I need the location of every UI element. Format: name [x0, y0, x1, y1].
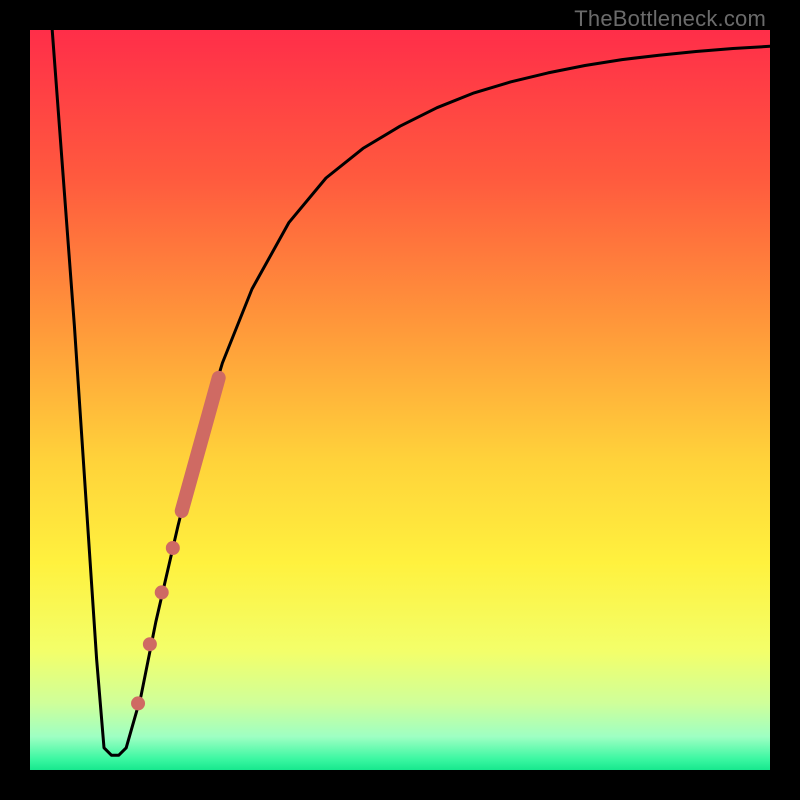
dot-1 — [166, 541, 180, 555]
highlight-segment — [182, 378, 219, 511]
dot-2 — [155, 585, 169, 599]
dot-4 — [131, 696, 145, 710]
bottleneck-curve — [52, 30, 770, 755]
markers-group — [131, 378, 219, 711]
watermark-text: TheBottleneck.com — [574, 6, 766, 32]
dot-3 — [143, 637, 157, 651]
curve-layer — [30, 30, 770, 770]
chart-frame: TheBottleneck.com — [0, 0, 800, 800]
plot-area — [30, 30, 770, 770]
